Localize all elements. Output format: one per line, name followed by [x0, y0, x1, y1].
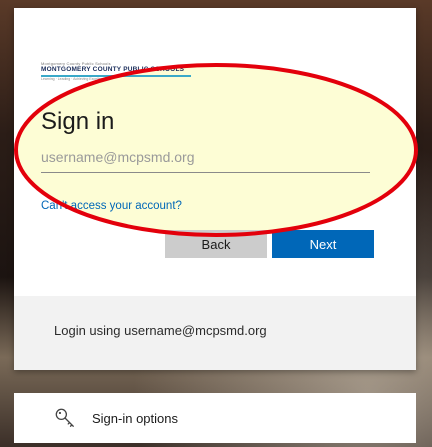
- login-hint-text: Login using username@mcpsmd.org: [54, 323, 267, 338]
- school-logo: Montgomery County Public Schools MONTGOM…: [41, 61, 221, 82]
- signin-options-label: Sign-in options: [92, 410, 178, 426]
- signin-options-button[interactable]: Sign-in options: [14, 393, 416, 443]
- back-button[interactable]: Back: [165, 230, 267, 258]
- logo-name: MONTGOMERY COUNTY PUBLIC SCHOOLS: [41, 66, 185, 73]
- login-hint-area: Login using username@mcpsmd.org: [14, 296, 416, 370]
- username-input[interactable]: [41, 142, 370, 173]
- cant-access-link[interactable]: Can't access your account?: [41, 200, 182, 212]
- username-field-wrap: [41, 142, 370, 176]
- logo-tagline-bottom: Learning · Leading · Achieving Excellenc…: [41, 77, 107, 81]
- next-button[interactable]: Next: [272, 230, 374, 258]
- page-title: Sign in: [41, 108, 115, 135]
- key-icon: [55, 408, 74, 427]
